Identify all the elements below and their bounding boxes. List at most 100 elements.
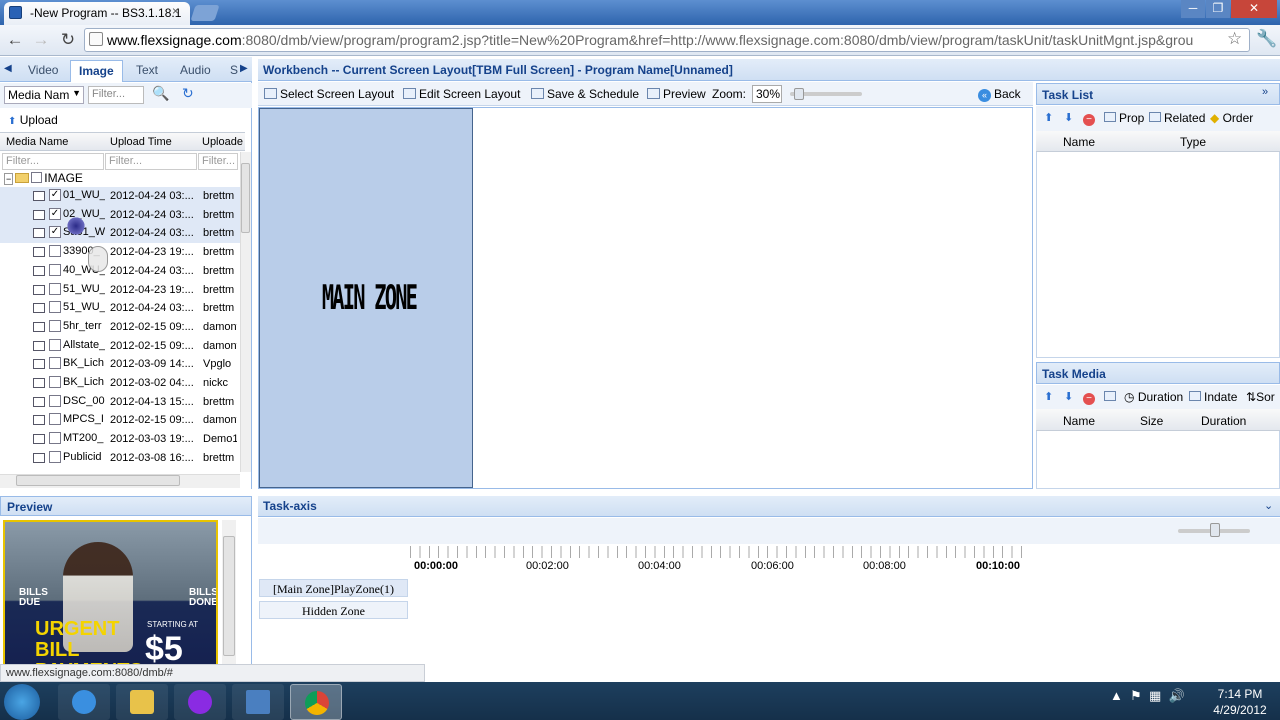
volume-icon[interactable]: 🔊 bbox=[1169, 688, 1185, 703]
row-checkbox[interactable] bbox=[49, 357, 61, 370]
upload-button[interactable]: ⬆ Upload bbox=[8, 113, 58, 127]
taskbar-explorer[interactable] bbox=[116, 684, 168, 720]
media-row[interactable]: Publicid 2012-03-08 16:... brettm bbox=[0, 449, 240, 468]
media-row[interactable]: ✓ 01_WU_ 2012-04-24 03:... brettm bbox=[0, 187, 240, 206]
tab-scroll-left-icon[interactable]: ◀ bbox=[4, 63, 12, 74]
tab-image[interactable]: Image bbox=[70, 60, 123, 82]
edit-screen-layout-button[interactable]: Edit Screen Layout bbox=[403, 87, 520, 101]
row-checkbox[interactable] bbox=[49, 450, 61, 463]
row-checkbox[interactable] bbox=[49, 301, 61, 314]
media-props-icon[interactable] bbox=[1104, 390, 1116, 404]
column-header-upload-time[interactable]: Upload Time bbox=[110, 136, 172, 148]
media-move-up-icon[interactable]: ⬆ bbox=[1044, 390, 1053, 403]
flag-icon[interactable]: ⚑ bbox=[1130, 688, 1142, 703]
taskbar-app-b[interactable] bbox=[174, 684, 226, 720]
media-row[interactable]: Allstate_ 2012-02-15 09:... damont bbox=[0, 337, 240, 356]
clock[interactable]: 7:14 PM 4/29/2012 bbox=[1200, 686, 1280, 718]
row-checkbox[interactable] bbox=[49, 413, 61, 426]
task-col-name[interactable]: Name bbox=[1063, 135, 1095, 149]
row-checkbox[interactable] bbox=[49, 319, 61, 332]
tray-up-icon[interactable]: ▲ bbox=[1110, 688, 1123, 703]
media-col-duration[interactable]: Duration bbox=[1201, 414, 1246, 428]
row-checkbox[interactable]: ✓ bbox=[49, 226, 61, 239]
tab-video[interactable]: Video bbox=[20, 60, 66, 82]
forward-arrow-icon[interactable]: → bbox=[31, 30, 51, 50]
media-move-down-icon[interactable]: ⬇ bbox=[1064, 390, 1073, 403]
start-button[interactable] bbox=[4, 684, 40, 720]
column-header-uploader[interactable]: Uploade bbox=[202, 136, 243, 148]
tree-root-image[interactable]: − IMAGE bbox=[4, 171, 83, 185]
network-icon[interactable]: ▦ bbox=[1149, 688, 1161, 703]
bookmark-star-icon[interactable]: ☆ bbox=[1227, 29, 1242, 49]
media-col-name[interactable]: Name bbox=[1063, 414, 1095, 428]
tab-audio[interactable]: Audio bbox=[172, 60, 219, 82]
row-checkbox[interactable] bbox=[49, 282, 61, 295]
media-row[interactable]: MPCS_I 2012-02-15 09:... damont bbox=[0, 411, 240, 430]
back-button[interactable]: «Back bbox=[978, 87, 1021, 102]
media-row[interactable]: BK_Lich 2012-03-09 14:... Vpglo bbox=[0, 355, 240, 374]
media-scroll-thumb[interactable] bbox=[241, 163, 250, 233]
window-maximize-button[interactable]: ❐ bbox=[1206, 0, 1230, 18]
row-checkbox[interactable] bbox=[49, 263, 61, 276]
indate-button[interactable]: Indate bbox=[1189, 390, 1237, 404]
duration-button[interactable]: ◷ Duration bbox=[1124, 390, 1183, 404]
media-row[interactable]: MT200_ 2012-03-03 19:... Demo1 bbox=[0, 430, 240, 449]
move-up-icon[interactable]: ⬆ bbox=[1044, 111, 1053, 124]
related-button[interactable]: Related bbox=[1149, 111, 1205, 125]
search-icon[interactable]: 🔍 bbox=[152, 85, 169, 102]
remove-task-button[interactable]: − bbox=[1083, 111, 1095, 126]
search-field-select[interactable]: Media Nam ▼ bbox=[4, 86, 84, 104]
filter-media-name[interactable]: Filter... bbox=[2, 153, 104, 170]
browser-tab[interactable]: -New Program -- BS3.1.18.1 bbox=[4, 2, 190, 25]
media-row[interactable]: ✓ 02_WU_ 2012-04-24 03:... brettm bbox=[0, 205, 240, 225]
row-checkbox[interactable]: ✓ bbox=[49, 207, 61, 220]
tab-text[interactable]: Text bbox=[128, 60, 166, 82]
taskbar-ie[interactable] bbox=[58, 684, 110, 720]
row-checkbox[interactable] bbox=[49, 432, 61, 445]
zoom-input[interactable]: 30% bbox=[752, 85, 782, 103]
taskbar-chrome[interactable] bbox=[290, 684, 342, 720]
preview-button[interactable]: Preview bbox=[647, 87, 706, 101]
sort-button[interactable]: ⇅Sor bbox=[1246, 390, 1280, 404]
address-bar[interactable]: www.flexsignage.com:8080/dmb/view/progra… bbox=[84, 28, 1250, 52]
media-hscroll-thumb[interactable] bbox=[16, 475, 180, 486]
prop-button[interactable]: Prop bbox=[1104, 111, 1144, 125]
zoom-slider-thumb[interactable] bbox=[794, 88, 804, 100]
task-col-type[interactable]: Type bbox=[1180, 135, 1206, 149]
order-button[interactable]: ◆ Order bbox=[1210, 111, 1253, 125]
filter-uploader[interactable]: Filter... bbox=[198, 153, 238, 170]
media-row[interactable]: BK_Lich 2012-03-02 04:... nickc bbox=[0, 374, 240, 393]
collapse-panel-icon[interactable]: ⌄ bbox=[1264, 499, 1273, 512]
preview-scroll-thumb[interactable] bbox=[223, 536, 235, 656]
tab-scroll-right-icon[interactable]: ▶ bbox=[240, 63, 248, 74]
reload-icon[interactable]: ↻ bbox=[58, 30, 78, 50]
media-row[interactable]: 5hr_terr 2012-02-15 09:... damont bbox=[0, 318, 240, 337]
media-row[interactable]: 33900_ 2012-04-23 19:... brettm bbox=[0, 243, 240, 262]
wrench-menu-icon[interactable]: 🔧 bbox=[1256, 29, 1277, 49]
media-row[interactable]: DSC_00 2012-04-13 15:... brettm bbox=[0, 393, 240, 412]
taskbar-recorder[interactable] bbox=[232, 684, 284, 720]
media-row[interactable]: 51_WU_ 2012-04-23 19:... brettm bbox=[0, 281, 240, 300]
window-close-button[interactable]: ✕ bbox=[1231, 0, 1277, 18]
media-col-size[interactable]: Size bbox=[1140, 414, 1163, 428]
media-filter-input[interactable]: Filter... bbox=[88, 86, 144, 104]
row-checkbox[interactable] bbox=[49, 245, 61, 258]
move-down-icon[interactable]: ⬇ bbox=[1064, 111, 1073, 124]
row-checkbox[interactable] bbox=[49, 394, 61, 407]
refresh-icon[interactable]: ↻ bbox=[182, 85, 194, 102]
hidden-zone-track[interactable]: Hidden Zone bbox=[259, 601, 408, 619]
timeline-zoom-thumb[interactable] bbox=[1210, 523, 1220, 537]
remove-media-button[interactable]: − bbox=[1083, 390, 1095, 405]
filter-upload-time[interactable]: Filter... bbox=[105, 153, 197, 170]
media-row[interactable]: ✓ Sa01_W 2012-04-24 03:... brettm bbox=[0, 224, 240, 244]
row-checkbox[interactable] bbox=[49, 338, 61, 351]
collapse-icon[interactable]: − bbox=[4, 173, 14, 185]
save-schedule-button[interactable]: Save & Schedule bbox=[531, 87, 639, 101]
row-checkbox[interactable]: ✓ bbox=[49, 189, 61, 201]
select-screen-layout-button[interactable]: Select Screen Layout bbox=[264, 87, 394, 101]
expand-icon[interactable]: » bbox=[1262, 86, 1268, 98]
back-arrow-icon[interactable]: ← bbox=[5, 30, 25, 50]
column-header-media-name[interactable]: Media Name bbox=[6, 136, 68, 148]
main-zone-track[interactable]: [Main Zone]PlayZone(1) bbox=[259, 579, 408, 597]
system-tray[interactable]: ▲ ⚑ ▦ 🔊 bbox=[1110, 688, 1185, 704]
